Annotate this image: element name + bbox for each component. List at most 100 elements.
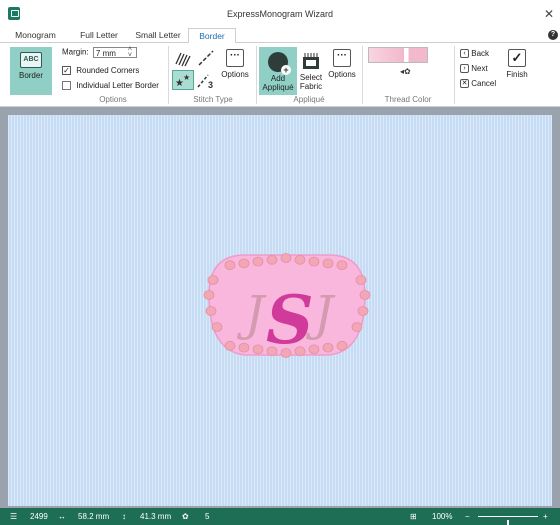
border-bead [252,256,264,267]
finish-button[interactable]: ✓ Finish [502,49,532,93]
next-icon: › [460,64,469,74]
width-icon: ↔ [58,512,66,521]
select-fabric-label-2: Fabric [299,82,323,91]
separator [168,46,169,104]
add-applique-button[interactable]: + Add Appliqué [259,47,297,95]
monogram-design[interactable]: J S J [8,115,552,506]
zoom-in-icon[interactable]: + [543,512,548,521]
border-bead [238,342,250,353]
zoom-slider[interactable] [478,516,538,525]
title-bar: ExpressMonogram Wizard ✕ [0,0,560,28]
border-bead [359,290,371,300]
margin-value: 7 mm [95,49,116,58]
border-abc-icon: ABC [20,52,42,68]
back-button[interactable]: ‹ Back [460,49,490,59]
running-stitch-icon[interactable] [196,48,216,68]
tab-monogram[interactable]: Monogram [8,30,63,43]
stitch-type-group-label: Stitch Type [193,95,233,104]
close-icon[interactable]: ✕ [544,7,554,21]
options-group-label: Options [99,95,127,104]
border-bead [203,290,215,300]
border-bead [211,322,223,332]
border-button-label: Border [18,71,43,80]
status-bar: ☰ 2499 ↔ 58.2 mm ↕ 41.3 mm ✿ 5 ⊞ 100% − … [0,508,560,525]
rounded-corners-row[interactable]: ✓ Rounded Corners [62,66,139,76]
stitch-count: 2499 [30,512,48,521]
satin-stitch-icon[interactable] [173,48,193,68]
back-label: Back [471,49,490,58]
individual-border-label: Individual Letter Border [76,81,159,90]
stitch-count-icon: ☰ [10,512,18,521]
tab-border[interactable]: Border [188,28,236,44]
bead-stitch-icon[interactable]: ★ ★ [172,70,194,90]
rounded-corners-checkbox[interactable]: ✓ [62,66,71,76]
tab-bar: Monogram Full Letter Small Letter Border [0,28,560,44]
select-fabric-label-1: Select [299,73,323,82]
design-height: 41.3 mm [140,512,172,521]
applique-group-label: Appliqué [293,95,325,104]
thread-color-group-label: Thread Color [384,95,432,104]
help-icon[interactable]: ? [548,30,558,40]
margin-label: Margin: [62,47,89,57]
border-bead [308,256,320,267]
separator [454,46,455,104]
finish-check-icon: ✓ [508,49,526,67]
svg-text:★: ★ [183,73,190,82]
thread-palette-icon[interactable]: ◂✿ [400,67,411,76]
fit-to-window-icon[interactable]: ⊞ [410,512,417,521]
separator [256,46,257,104]
border-bead [336,340,348,351]
border-bead [266,254,278,265]
border-bead [294,254,306,265]
border-bead [252,344,264,355]
add-applique-label-2: Appliqué [262,83,294,92]
zoom-out-icon[interactable]: − [465,512,470,521]
applique-options-button[interactable]: ··· Options [326,49,358,93]
more-options-icon: ··· [226,49,244,67]
separator [362,46,363,104]
border-button[interactable]: ABC Border [10,47,52,95]
thread-color-swatch[interactable] [368,47,428,63]
border-bead [224,260,236,271]
triple-stitch-icon[interactable]: 3 [196,70,218,90]
border-bead [205,306,217,316]
border-bead [355,275,367,285]
spinner-arrows-icon[interactable]: ˄ ˅ [128,46,132,59]
ribbon: ABC Border Margin: 7 mm ˄ ˅ ✓ Rounded Cor… [0,43,560,107]
cancel-label: Cancel [471,79,497,88]
fabric-icon [301,51,321,71]
design-width: 58.2 mm [78,512,110,521]
border-bead [280,253,292,263]
window-title: ExpressMonogram Wizard [226,9,334,19]
tab-full-letter[interactable]: Full Letter [70,30,128,43]
cancel-button[interactable]: ✕ Cancel [460,79,497,89]
margin-control: Margin: 7 mm ˄ ˅ [62,46,137,59]
height-icon: ↕ [122,512,126,521]
border-bead [336,260,348,271]
next-button[interactable]: › Next [460,64,488,74]
select-fabric-button[interactable]: Select Fabric [298,47,324,95]
color-count-icon: ✿ [182,512,189,521]
individual-border-row[interactable]: Individual Letter Border [62,81,159,91]
finish-label: Finish [506,70,528,79]
more-options-icon: ··· [333,49,351,67]
monogram-letter-center: S [266,281,314,359]
border-bead [351,322,363,332]
border-bead [357,306,369,316]
add-applique-label-1: Add [270,74,286,83]
back-icon: ‹ [460,49,469,59]
border-bead [238,258,250,269]
color-count: 5 [205,512,210,521]
design-canvas[interactable]: J S J [8,115,552,506]
canvas-frame: J S J [0,107,560,508]
tab-small-letter[interactable]: Small Letter [128,30,188,43]
border-bead [224,340,236,351]
border-bead [322,342,334,353]
border-bead [207,275,219,285]
add-applique-icon: + [268,52,291,75]
individual-border-checkbox[interactable] [62,81,71,91]
stitch-options-button[interactable]: ··· Options [220,49,250,93]
zoom-slider-thumb[interactable] [507,520,509,525]
zoom-level: 100% [432,512,453,521]
margin-spinbox[interactable]: 7 mm ˄ ˅ [92,46,137,59]
